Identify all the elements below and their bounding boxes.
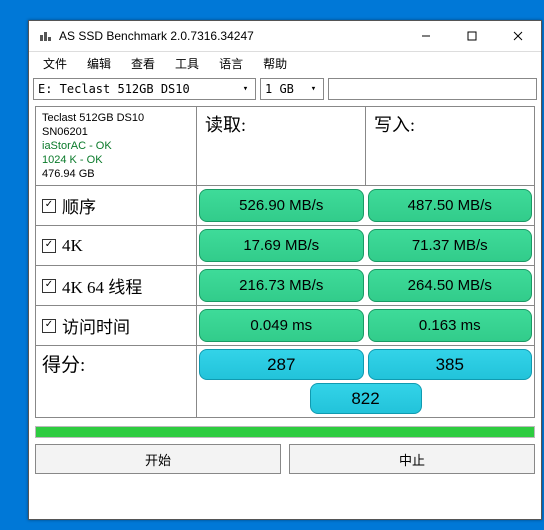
4k64-write: 264.50 MB/s (368, 269, 533, 302)
menu-view[interactable]: 查看 (121, 53, 165, 74)
4k-write: 71.37 MB/s (368, 229, 533, 262)
content: Teclast 512GB DS10 SN06201 iaStorAC - OK… (29, 106, 541, 519)
app-window: AS SSD Benchmark 2.0.7316.34247 文件 编辑 查看… (28, 20, 542, 520)
menubar: 文件 编辑 查看 工具 语言 帮助 (29, 52, 541, 74)
grid-header: Teclast 512GB DS10 SN06201 iaStorAC - OK… (36, 107, 534, 185)
progress-bar (35, 426, 535, 438)
row-4k: ✓ 4K 17.69 MB/s 71.37 MB/s (36, 225, 534, 265)
seq-read: 526.90 MB/s (199, 189, 364, 222)
row-seq-label: ✓ 顺序 (36, 185, 197, 225)
row-4k64: ✓ 4K 64 线程 216.73 MB/s 264.50 MB/s (36, 265, 534, 305)
score-write: 385 (368, 349, 533, 380)
read-header: 读取: (197, 107, 366, 185)
maximize-button[interactable] (449, 21, 495, 51)
window-title: AS SSD Benchmark 2.0.7316.34247 (59, 29, 403, 43)
access-write: 0.163 ms (368, 309, 533, 342)
window-controls (403, 21, 541, 51)
row-access: ✓ 访问时间 0.049 ms 0.163 ms (36, 305, 534, 345)
menu-language[interactable]: 语言 (209, 53, 253, 74)
filter-input[interactable] (328, 78, 537, 100)
toolbar: E: Teclast 512GB DS10 ▾ 1 GB ▾ (29, 74, 541, 106)
row-4k64-label: ✓ 4K 64 线程 (36, 265, 197, 305)
driver-status: iaStorAC - OK (42, 139, 190, 153)
score-section: 得分: 287 385 822 (36, 345, 534, 417)
score-total: 822 (310, 383, 422, 414)
chevron-down-icon: ▾ (238, 84, 253, 94)
size-select[interactable]: 1 GB ▾ (260, 78, 324, 100)
menu-file[interactable]: 文件 (33, 53, 77, 74)
app-icon (37, 28, 53, 44)
seq-checkbox[interactable]: ✓ (42, 199, 56, 213)
4k-checkbox[interactable]: ✓ (42, 239, 56, 253)
drive-select-value: E: Teclast 512GB DS10 (38, 82, 238, 96)
4k-read: 17.69 MB/s (199, 229, 364, 262)
drive-serial: SN06201 (42, 125, 190, 139)
score-read: 287 (199, 349, 364, 380)
menu-help[interactable]: 帮助 (253, 53, 297, 74)
titlebar: AS SSD Benchmark 2.0.7316.34247 (29, 21, 541, 52)
alignment-status: 1024 K - OK (42, 153, 190, 167)
row-seq: ✓ 顺序 526.90 MB/s 487.50 MB/s (36, 185, 534, 225)
size-select-value: 1 GB (265, 82, 306, 96)
row-access-label: ✓ 访问时间 (36, 305, 197, 345)
4k64-read: 216.73 MB/s (199, 269, 364, 302)
button-row: 开始 中止 (35, 444, 535, 480)
access-checkbox[interactable]: ✓ (42, 319, 56, 333)
score-label: 得分: (36, 345, 197, 417)
write-header: 写入: (366, 107, 534, 185)
close-button[interactable] (495, 21, 541, 51)
access-read: 0.049 ms (199, 309, 364, 342)
row-4k-label: ✓ 4K (36, 225, 197, 265)
start-button[interactable]: 开始 (35, 444, 281, 474)
drive-select[interactable]: E: Teclast 512GB DS10 ▾ (33, 78, 256, 100)
minimize-button[interactable] (403, 21, 449, 51)
result-grid: Teclast 512GB DS10 SN06201 iaStorAC - OK… (35, 106, 535, 418)
drive-info: Teclast 512GB DS10 SN06201 iaStorAC - OK… (36, 107, 197, 185)
drive-model: Teclast 512GB DS10 (42, 111, 190, 125)
abort-button[interactable]: 中止 (289, 444, 535, 474)
menu-edit[interactable]: 编辑 (77, 53, 121, 74)
progress-fill (36, 427, 534, 437)
chevron-down-icon: ▾ (306, 84, 321, 94)
seq-write: 487.50 MB/s (368, 189, 533, 222)
4k64-checkbox[interactable]: ✓ (42, 279, 56, 293)
menu-tools[interactable]: 工具 (165, 53, 209, 74)
drive-capacity: 476.94 GB (42, 167, 190, 181)
